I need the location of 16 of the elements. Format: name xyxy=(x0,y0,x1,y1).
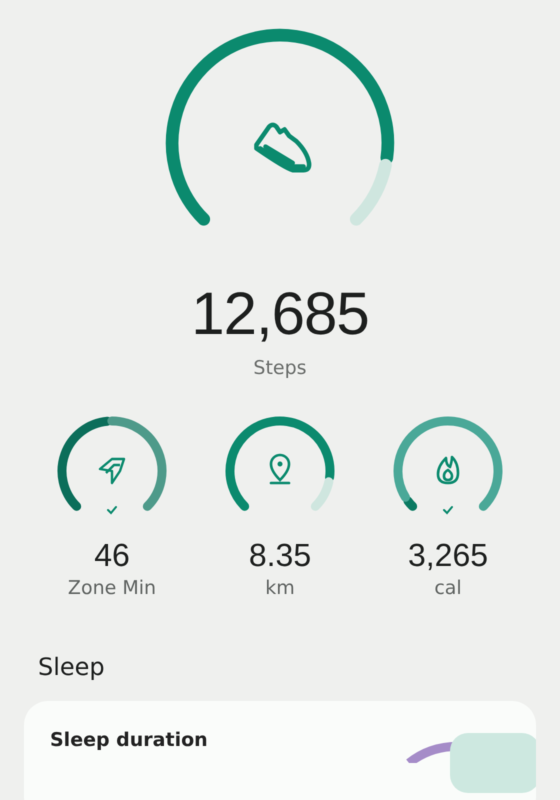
shoe-icon xyxy=(254,122,312,172)
section-heading: Sleep xyxy=(38,653,106,681)
steps-label: Steps xyxy=(253,357,307,379)
step-count: 12,685 xyxy=(191,279,369,349)
metric-label: Zone Min xyxy=(68,577,156,599)
metric-value: 46 xyxy=(94,536,130,575)
sleep-card[interactable]: Sleep duration xyxy=(24,701,536,800)
metric-label: km xyxy=(265,577,295,599)
sleep-chip[interactable] xyxy=(450,733,536,793)
metric-value: 3,265 xyxy=(408,536,488,575)
arrows-icon xyxy=(98,458,126,484)
card-title: Sleep duration xyxy=(49,728,209,751)
location-pin-icon xyxy=(270,454,290,484)
metric-label: cal xyxy=(434,577,462,599)
flame-icon xyxy=(436,456,460,484)
metric-value: 8.35 xyxy=(248,536,312,575)
